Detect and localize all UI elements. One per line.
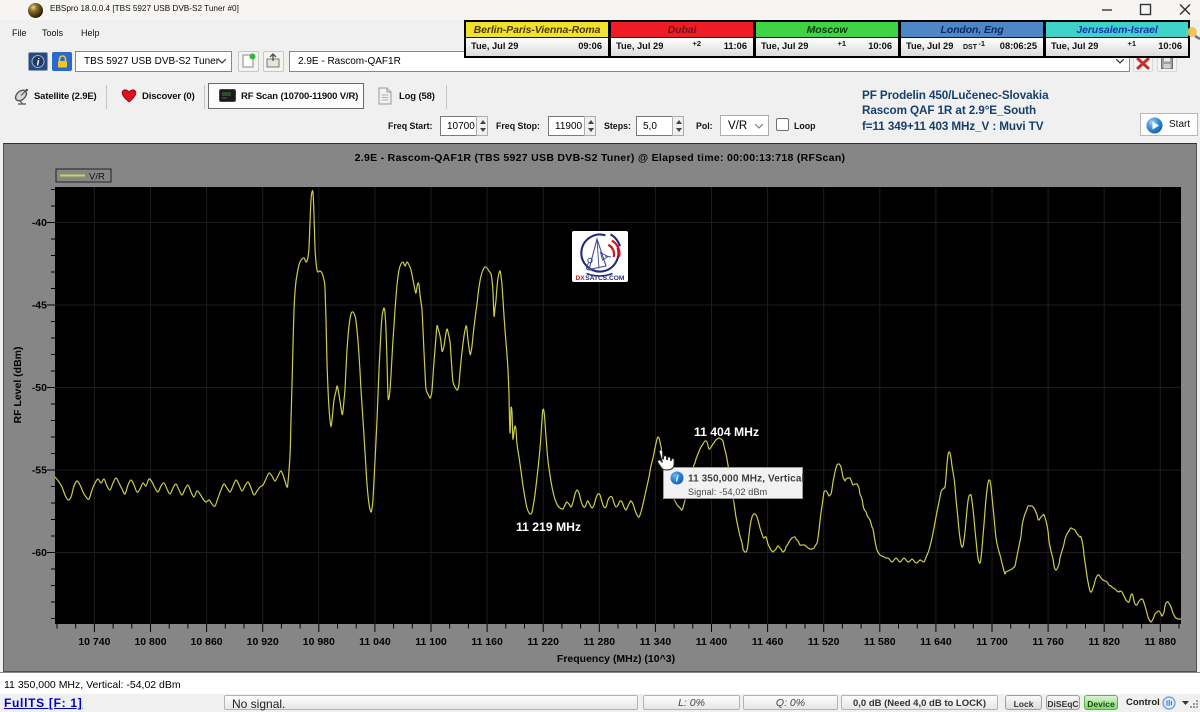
svg-text:-45: -45	[32, 300, 47, 312]
svg-text:11 760: 11 760	[1032, 636, 1064, 648]
svg-text:Signal: -54,02 dBm: Signal: -54,02 dBm	[688, 487, 767, 497]
svg-text:11 100: 11 100	[415, 636, 447, 648]
svg-text:11 460: 11 460	[752, 636, 784, 648]
svg-text:11 160: 11 160	[471, 636, 503, 648]
svg-text:11 820: 11 820	[1088, 636, 1120, 648]
svg-text:11 220: 11 220	[527, 636, 559, 648]
svg-text:10 740: 10 740	[78, 636, 110, 648]
svg-text:11 280: 11 280	[584, 636, 616, 648]
svg-text:11 640: 11 640	[920, 636, 952, 648]
svg-text:11 400: 11 400	[696, 636, 728, 648]
svg-text:11 404 MHz: 11 404 MHz	[694, 425, 759, 439]
svg-text:10 860: 10 860	[191, 636, 223, 648]
svg-text:-40: -40	[32, 217, 47, 229]
svg-text:11 520: 11 520	[808, 636, 840, 648]
svg-text:-60: -60	[32, 547, 47, 559]
svg-text:Frequency (MHz) (10^3): Frequency (MHz) (10^3)	[557, 653, 675, 665]
svg-text:V/R: V/R	[89, 172, 105, 183]
svg-text:-50: -50	[32, 382, 47, 394]
svg-text:-55: -55	[32, 465, 47, 477]
svg-text:11 350,000 MHz, Vertical: 11 350,000 MHz, Vertical	[688, 474, 804, 485]
svg-text:10 980: 10 980	[303, 636, 335, 648]
svg-text:RF Level (dBm): RF Level (dBm)	[12, 346, 24, 423]
svg-text:10 800: 10 800	[134, 636, 166, 648]
svg-text:11 340: 11 340	[640, 636, 672, 648]
svg-text:11 219 MHz: 11 219 MHz	[516, 520, 581, 534]
svg-text:11 880: 11 880	[1145, 636, 1177, 648]
svg-text:11 580: 11 580	[864, 636, 896, 648]
svg-text:11 040: 11 040	[359, 636, 391, 648]
svg-text:2.9E - Rascom-QAF1R (TBS 5: 2.9E - Rascom-QAF1R (TBS 5927 USB DVB-S2…	[355, 152, 846, 164]
svg-text:11 700: 11 700	[976, 636, 1008, 648]
svg-text:DX: DX	[576, 275, 586, 282]
svg-text:SATCS.COM: SATCS.COM	[585, 275, 625, 282]
svg-text:10 920: 10 920	[247, 636, 279, 648]
